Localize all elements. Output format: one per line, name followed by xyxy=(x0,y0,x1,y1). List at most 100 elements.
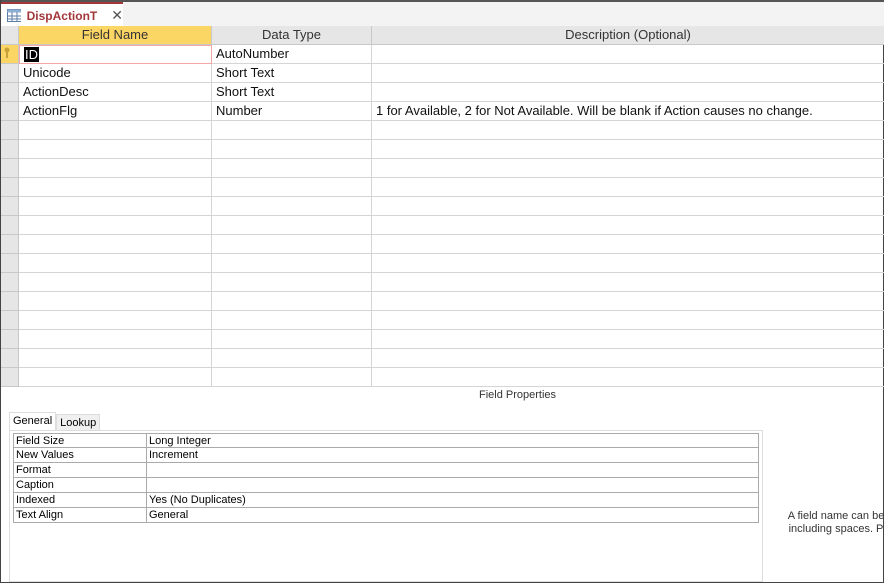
row-selector[interactable] xyxy=(1,311,19,330)
table-row xyxy=(1,254,884,273)
data-type-cell[interactable] xyxy=(212,349,372,368)
row-selector[interactable] xyxy=(1,216,19,235)
data-type-cell[interactable] xyxy=(212,292,372,311)
close-icon[interactable]: ✕ xyxy=(111,7,123,24)
description-cell[interactable] xyxy=(372,197,884,216)
data-type-cell[interactable] xyxy=(212,273,372,292)
description-cell[interactable] xyxy=(372,368,884,387)
data-type-cell[interactable] xyxy=(212,121,372,140)
row-selector[interactable] xyxy=(1,140,19,159)
row-selector[interactable] xyxy=(1,121,19,140)
property-row[interactable]: New Values Increment xyxy=(13,448,759,463)
data-type-cell[interactable] xyxy=(212,178,372,197)
help-line: A field name can be xyxy=(787,510,884,522)
description-cell[interactable]: 1 for Available, 2 for Not Available. Wi… xyxy=(372,102,884,121)
data-type-cell[interactable] xyxy=(212,159,372,178)
row-selector[interactable] xyxy=(1,45,19,64)
field-name-cell[interactable] xyxy=(19,292,212,311)
row-selector[interactable] xyxy=(1,292,19,311)
data-type-cell[interactable] xyxy=(212,311,372,330)
field-name-cell[interactable] xyxy=(19,178,212,197)
table-row: ActionDesc Short Text xyxy=(1,83,884,102)
property-value[interactable] xyxy=(147,478,758,492)
property-value[interactable]: Increment xyxy=(147,448,758,462)
tab-general[interactable]: General xyxy=(9,412,57,431)
description-cell[interactable] xyxy=(372,292,884,311)
row-selector[interactable] xyxy=(1,330,19,349)
field-name-cell[interactable] xyxy=(19,368,212,387)
field-name-cell[interactable] xyxy=(19,216,212,235)
data-type-cell[interactable]: Short Text xyxy=(212,83,372,102)
description-cell[interactable] xyxy=(372,159,884,178)
help-line: n xyxy=(771,536,884,549)
row-selector[interactable] xyxy=(1,178,19,197)
description-cell[interactable] xyxy=(372,64,884,83)
field-name-cell[interactable] xyxy=(19,140,212,159)
property-value[interactable]: General xyxy=(147,508,758,522)
row-selector[interactable] xyxy=(1,197,19,216)
description-cell[interactable] xyxy=(372,273,884,292)
row-selector[interactable] xyxy=(1,235,19,254)
header-data-type[interactable]: Data Type xyxy=(212,26,372,45)
description-cell[interactable] xyxy=(372,121,884,140)
property-row[interactable]: Field Size Long Integer xyxy=(13,433,759,448)
property-value[interactable] xyxy=(147,463,758,477)
data-type-cell[interactable] xyxy=(212,330,372,349)
property-value[interactable]: Long Integer xyxy=(147,434,758,447)
data-type-cell[interactable] xyxy=(212,368,372,387)
property-label: Indexed xyxy=(14,493,147,507)
field-name-cell[interactable] xyxy=(19,159,212,178)
description-cell[interactable] xyxy=(372,330,884,349)
data-type-cell[interactable] xyxy=(212,140,372,159)
description-cell[interactable] xyxy=(372,45,884,64)
data-type-cell[interactable]: Number xyxy=(212,102,372,121)
property-row[interactable]: Format xyxy=(13,463,759,478)
row-selector[interactable] xyxy=(1,83,19,102)
field-name-cell[interactable]: Unicode xyxy=(19,64,212,83)
field-name-cell[interactable]: ActionDesc xyxy=(19,83,212,102)
data-type-cell[interactable]: Short Text xyxy=(212,64,372,83)
data-type-cell[interactable]: AutoNumber xyxy=(212,45,372,64)
row-selector[interactable] xyxy=(1,102,19,121)
description-cell[interactable] xyxy=(372,216,884,235)
row-selector[interactable] xyxy=(1,273,19,292)
row-selector[interactable] xyxy=(1,254,19,273)
description-cell[interactable] xyxy=(372,254,884,273)
property-row[interactable]: Caption xyxy=(13,478,759,493)
header-field-name[interactable]: Field Name xyxy=(19,26,212,45)
description-cell[interactable] xyxy=(372,83,884,102)
field-name-cell[interactable]: ActionFlg xyxy=(19,102,212,121)
description-cell[interactable] xyxy=(372,178,884,197)
field-name-cell[interactable] xyxy=(19,235,212,254)
tab-lookup[interactable]: Lookup xyxy=(56,414,101,431)
description-cell[interactable] xyxy=(372,235,884,254)
document-tab[interactable]: DispActionT ✕ xyxy=(1,2,123,27)
field-name-cell[interactable] xyxy=(19,121,212,140)
row-selector[interactable] xyxy=(1,368,19,387)
field-name-cell[interactable]: ID xyxy=(19,45,212,64)
header-description[interactable]: Description (Optional) xyxy=(372,26,884,45)
data-type-cell[interactable] xyxy=(212,235,372,254)
table-row xyxy=(1,216,884,235)
data-type-cell[interactable] xyxy=(212,197,372,216)
row-selector[interactable] xyxy=(1,349,19,368)
description-cell[interactable] xyxy=(372,140,884,159)
row-selector[interactable] xyxy=(1,64,19,83)
row-selector[interactable] xyxy=(1,159,19,178)
property-value[interactable]: Yes (No Duplicates) xyxy=(147,493,758,507)
description-cell[interactable] xyxy=(372,349,884,368)
field-name-cell[interactable] xyxy=(19,349,212,368)
table-row xyxy=(1,368,884,387)
field-name-cell[interactable] xyxy=(19,273,212,292)
field-name-cell[interactable] xyxy=(19,330,212,349)
property-label: Text Align xyxy=(14,508,147,522)
property-row[interactable]: Text Align General xyxy=(13,508,759,523)
select-all-corner[interactable] xyxy=(1,26,19,45)
property-row[interactable]: Indexed Yes (No Duplicates) xyxy=(13,493,759,508)
field-name-cell[interactable] xyxy=(19,254,212,273)
field-name-cell[interactable] xyxy=(19,311,212,330)
data-type-cell[interactable] xyxy=(212,216,372,235)
data-type-cell[interactable] xyxy=(212,254,372,273)
description-cell[interactable] xyxy=(372,311,884,330)
field-name-cell[interactable] xyxy=(19,197,212,216)
